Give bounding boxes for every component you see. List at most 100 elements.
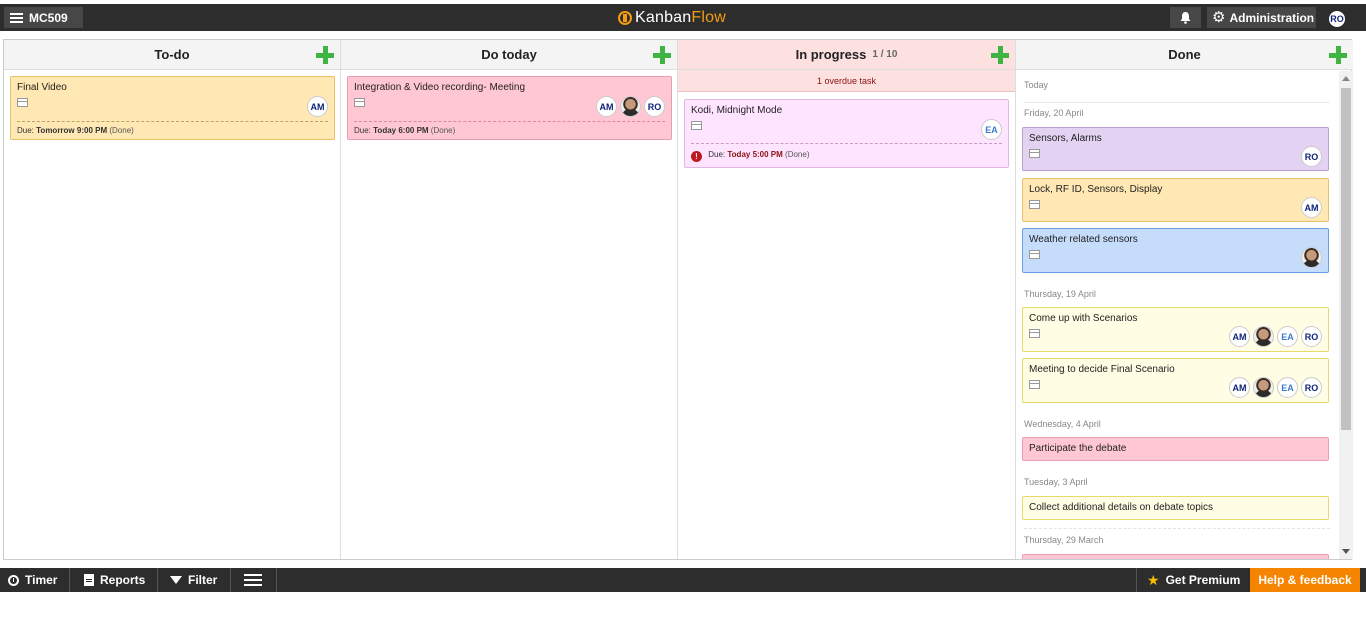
task-name: Lock, RF ID, Sensors, Display <box>1029 184 1163 195</box>
calendar-icon <box>1029 329 1040 338</box>
wip-limit: 1 / 10 <box>872 49 898 60</box>
column-title: To-do <box>154 47 190 62</box>
overdue-notice[interactable]: 1 overdue task <box>678 70 1015 92</box>
assignee-avatar[interactable]: EA <box>981 119 1002 140</box>
add-task-plus-icon[interactable] <box>991 46 1009 64</box>
gear-icon: ⚙ <box>1212 9 1226 26</box>
column-in-progress: In progress 1 / 10 1 overdue task Kodi, … <box>678 40 1016 559</box>
task-card-lock-rfid[interactable]: Lock, RF ID, Sensors, Display AM <box>1022 178 1329 222</box>
task-name: Collect additional details on debate top… <box>1029 502 1214 513</box>
reports-label: Reports <box>100 573 146 587</box>
assignee-avatar[interactable]: AM <box>596 96 617 117</box>
get-premium-button[interactable]: ★ Get Premium <box>1136 568 1250 592</box>
timer-button[interactable]: Timer <box>0 568 70 592</box>
add-task-plus-icon[interactable] <box>316 46 334 64</box>
top-bar: MC509 KanbanFlow ⚙ Administration RO <box>0 4 1366 31</box>
assignee-photo-avatar[interactable] <box>1253 377 1274 398</box>
task-card-final-video[interactable]: Final Video AM Due: Tomorrow 9:00 PM (Do… <box>10 76 335 140</box>
date-separator: Today <box>1024 80 1330 103</box>
assignee-avatar[interactable]: RO <box>1301 326 1322 347</box>
due-time: Today 5:00 PM <box>727 150 783 159</box>
column-title: Done <box>1168 47 1201 62</box>
calendar-icon <box>1029 250 1040 259</box>
due-prefix: Due: <box>354 126 371 135</box>
premium-label: Get Premium <box>1165 573 1241 587</box>
logo-mark-icon <box>618 11 632 25</box>
assignee-photo-avatar[interactable] <box>1253 326 1274 347</box>
report-icon <box>84 574 94 586</box>
task-card-kodi[interactable]: Kodi, Midnight Mode EA ! Due: Today 5:00… <box>684 99 1009 168</box>
assignee-photo-avatar[interactable] <box>620 96 641 117</box>
task-name: Final Video <box>17 82 67 93</box>
due-status: (Done) <box>109 126 134 135</box>
filter-button[interactable]: Filter <box>158 568 231 592</box>
column-do-today: Do today Integration & Video recording- … <box>341 40 678 559</box>
due-status: (Done) <box>785 150 810 159</box>
calendar-icon <box>17 98 28 107</box>
column-done: Done Today Friday, 20 April Sensors, Ala… <box>1016 40 1353 559</box>
task-card-sensors-alarms[interactable]: Sensors, Alarms RO <box>1022 127 1329 171</box>
due-status: (Done) <box>430 126 456 135</box>
date-separator: Wednesday, 4 April <box>1024 419 1101 429</box>
menu-icon <box>10 12 23 23</box>
task-name: Meeting to decide Final Scenario <box>1029 364 1175 375</box>
date-separator: Tuesday, 3 April <box>1024 477 1088 487</box>
task-card-meeting-final[interactable]: Meeting to decide Final Scenario AM EA R… <box>1022 358 1329 403</box>
more-menu-button[interactable] <box>231 568 277 592</box>
task-name: Integration & Video recording- Meeting <box>354 82 526 93</box>
notifications-button[interactable] <box>1170 7 1201 28</box>
timer-label: Timer <box>25 573 58 587</box>
scroll-thumb[interactable] <box>1341 88 1351 430</box>
task-card-partial[interactable] <box>1022 554 1329 559</box>
task-card-debate-details[interactable]: Collect additional details on debate top… <box>1022 496 1329 520</box>
assignee-avatar[interactable]: AM <box>307 96 328 117</box>
assignee-avatar[interactable]: EA <box>1277 377 1298 398</box>
board-menu-button[interactable]: MC509 <box>4 7 83 28</box>
administration-button[interactable]: ⚙ Administration <box>1207 7 1316 28</box>
assignee-photo-avatar[interactable] <box>1301 247 1322 268</box>
help-feedback-button[interactable]: Help & feedback <box>1250 568 1360 592</box>
kanban-board: To-do Final Video AM Due: Tomorrow 9:00 … <box>3 39 1353 560</box>
assignee-avatar[interactable]: AM <box>1229 377 1250 398</box>
assignee-avatar[interactable]: RO <box>1301 146 1322 167</box>
task-name: Kodi, Midnight Mode <box>691 105 783 116</box>
administration-label: Administration <box>1229 10 1315 25</box>
calendar-icon <box>354 98 365 107</box>
task-card-scenarios[interactable]: Come up with Scenarios AM EA RO <box>1022 307 1329 352</box>
star-icon: ★ <box>1147 571 1160 588</box>
task-card-weather-sensors[interactable]: Weather related sensors <box>1022 228 1329 273</box>
date-separator: Thursday, 29 March <box>1024 528 1330 545</box>
due-time: Today 6:00 PM <box>373 126 429 135</box>
task-name: Come up with Scenarios <box>1029 313 1138 324</box>
column-header-in-progress: In progress 1 / 10 <box>678 40 1015 70</box>
due-time: Tomorrow 9:00 PM <box>36 126 108 135</box>
kanbanflow-logo[interactable]: KanbanFlow <box>618 8 726 28</box>
assignee-avatar[interactable]: EA <box>1277 326 1298 347</box>
scroll-up-arrow-icon[interactable] <box>1342 76 1350 81</box>
board-name: MC509 <box>29 10 68 25</box>
add-task-plus-icon[interactable] <box>1329 46 1347 64</box>
due-prefix: Due: <box>17 126 34 135</box>
task-card-debate[interactable]: Participate the debate <box>1022 437 1329 461</box>
add-task-plus-icon[interactable] <box>653 46 671 64</box>
bottom-toolbar: Timer Reports Filter ★ Get Premium Help … <box>0 568 1366 592</box>
due-date: ! Due: Today 5:00 PM (Done) <box>691 143 1002 162</box>
task-name: Participate the debate <box>1029 443 1127 454</box>
scroll-down-arrow-icon[interactable] <box>1342 549 1350 554</box>
column-header-done: Done <box>1016 40 1353 70</box>
column-title: In progress <box>795 47 867 62</box>
assignee-avatar[interactable]: AM <box>1229 326 1250 347</box>
logo-text-flow: Flow <box>691 9 726 26</box>
task-card-integration[interactable]: Integration & Video recording- Meeting A… <box>347 76 672 140</box>
assignee-avatar[interactable]: RO <box>644 96 665 117</box>
clock-icon <box>8 574 19 586</box>
reports-button[interactable]: Reports <box>70 568 158 592</box>
done-column-scrollbar[interactable] <box>1339 71 1353 559</box>
user-avatar[interactable]: RO <box>1327 9 1347 29</box>
column-header-do-today: Do today <box>341 40 677 70</box>
task-name: Sensors, Alarms <box>1029 133 1102 144</box>
date-separator: Friday, 20 April <box>1024 108 1084 118</box>
assignee-avatar[interactable]: RO <box>1301 377 1322 398</box>
calendar-icon <box>1029 380 1040 389</box>
assignee-avatar[interactable]: AM <box>1301 197 1322 218</box>
